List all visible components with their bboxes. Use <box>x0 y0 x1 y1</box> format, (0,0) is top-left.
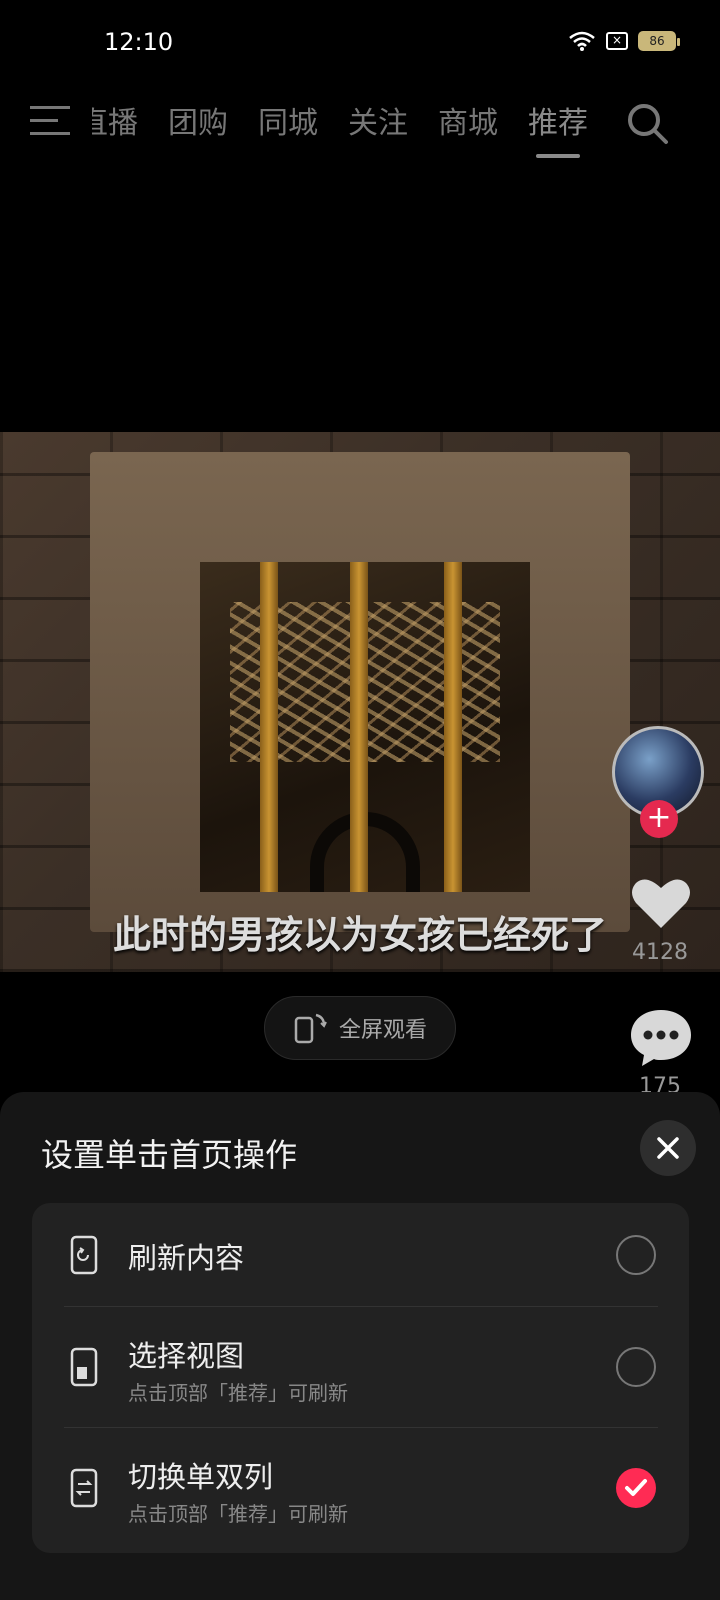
video-bar <box>350 562 368 892</box>
option-label: 刷新内容 <box>128 1241 245 1275</box>
option-sublabel: 点击顶部「推荐」可刷新 <box>128 1381 348 1405</box>
search-icon[interactable] <box>626 102 670 146</box>
check-icon <box>625 1479 647 1496</box>
follow-plus-icon[interactable]: + <box>640 800 678 838</box>
fullscreen-button[interactable]: 全屏观看 <box>264 996 456 1060</box>
refresh-phone-icon <box>70 1235 98 1275</box>
bottom-sheet: 设置单击首页操作 刷新内容 选择视图 点击顶部「推荐」可刷新 切换单双列 点击顶… <box>0 1092 720 1600</box>
tab-nearby[interactable]: 同城 <box>258 98 318 142</box>
switch-phone-icon <box>70 1468 98 1508</box>
video-stone-frame <box>90 452 630 932</box>
option-toggle-columns[interactable]: 切换单双列 点击顶部「推荐」可刷新 <box>32 1428 689 1548</box>
video-frame[interactable]: 此时的男孩以为女孩已经死了 <box>0 432 720 972</box>
sim-off-icon: × <box>606 32 628 50</box>
video-bar <box>444 562 462 892</box>
comment-icon[interactable] <box>628 1004 694 1070</box>
nav-tabs: 直播 团购 同城 关注 商城 推荐 <box>92 98 588 158</box>
battery-icon: 86 <box>638 31 680 51</box>
top-nav: 直播 团购 同城 关注 商城 推荐 <box>0 90 720 160</box>
option-select-view[interactable]: 选择视图 点击顶部「推荐」可刷新 <box>32 1307 689 1427</box>
option-radio[interactable] <box>616 1347 656 1387</box>
menu-icon[interactable] <box>30 104 72 138</box>
view-phone-icon <box>70 1347 98 1387</box>
option-refresh[interactable]: 刷新内容 <box>32 1203 689 1306</box>
option-radio[interactable] <box>616 1235 656 1275</box>
wifi-icon <box>569 31 595 51</box>
video-bar <box>260 562 278 892</box>
like-count: 4128 <box>632 940 688 965</box>
option-radio-checked[interactable] <box>616 1468 656 1508</box>
status-bar: 12:10 × 86 <box>0 0 720 90</box>
status-icons: × 86 <box>568 30 680 52</box>
fullscreen-label: 全屏观看 <box>338 1018 427 1043</box>
heart-icon[interactable] <box>628 870 694 936</box>
sheet-title: 设置单击首页操作 <box>41 1136 298 1174</box>
video-window <box>200 562 530 892</box>
status-time: 12:10 <box>104 28 174 56</box>
option-label: 选择视图 <box>128 1339 245 1373</box>
close-button[interactable] <box>640 1120 696 1176</box>
option-label: 切换单双列 <box>128 1460 274 1494</box>
close-icon <box>657 1137 679 1159</box>
tab-recommended[interactable]: 推荐 <box>528 98 588 158</box>
options-card: 刷新内容 选择视图 点击顶部「推荐」可刷新 切换单双列 点击顶部「推荐」可刷新 <box>32 1203 689 1553</box>
tab-group-buy[interactable]: 团购 <box>168 98 228 142</box>
tab-mall[interactable]: 商城 <box>438 98 498 142</box>
option-sublabel: 点击顶部「推荐」可刷新 <box>128 1502 348 1526</box>
tab-live[interactable]: 直播 <box>92 98 138 142</box>
tab-following[interactable]: 关注 <box>348 98 408 142</box>
rotate-phone-icon <box>294 1013 327 1044</box>
